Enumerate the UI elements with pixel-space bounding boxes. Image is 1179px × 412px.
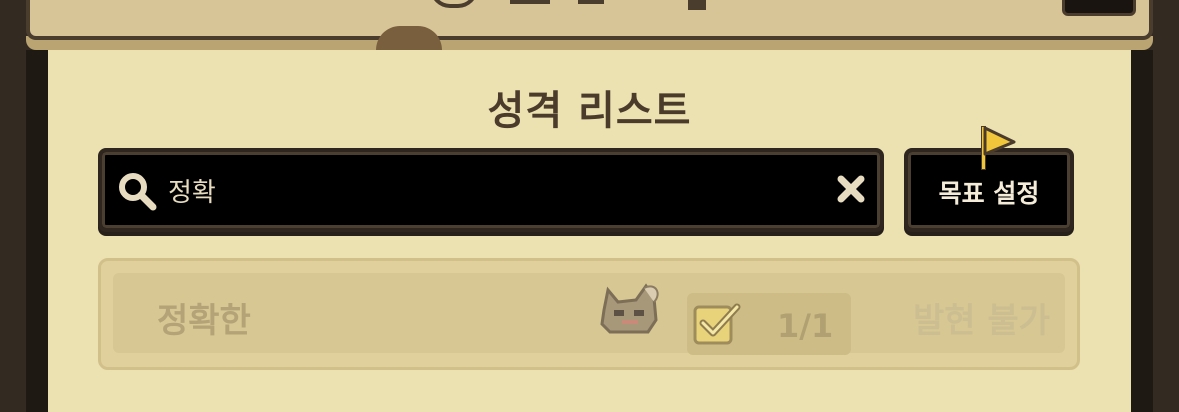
list-item-inner: 정확한 1/1 발현 불가 (113, 273, 1065, 355)
clear-icon[interactable] (836, 174, 866, 204)
progress-text: 1/1 (777, 307, 834, 345)
creature-icon (600, 283, 659, 334)
header-notch (376, 26, 442, 50)
list-item[interactable]: 정확한 1/1 발현 불가 (98, 258, 1080, 370)
trait-name: 정확한 (157, 301, 251, 341)
goal-setting-label: 목표 설정 (938, 179, 1040, 208)
header-bar (26, 0, 1153, 40)
header-title-fragment (578, 0, 604, 4)
search-icon (119, 173, 157, 211)
flag-icon (981, 126, 1016, 170)
search-input[interactable]: 정확 (98, 148, 884, 232)
check-icon (693, 303, 741, 345)
header-title-fragment (688, 0, 706, 10)
header-title-fragment (510, 0, 550, 4)
status-text: 발현 불가 (913, 301, 1050, 341)
header-close-button[interactable] (1062, 0, 1136, 16)
progress-box: 1/1 (687, 293, 851, 355)
search-value: 정확 (168, 178, 216, 208)
